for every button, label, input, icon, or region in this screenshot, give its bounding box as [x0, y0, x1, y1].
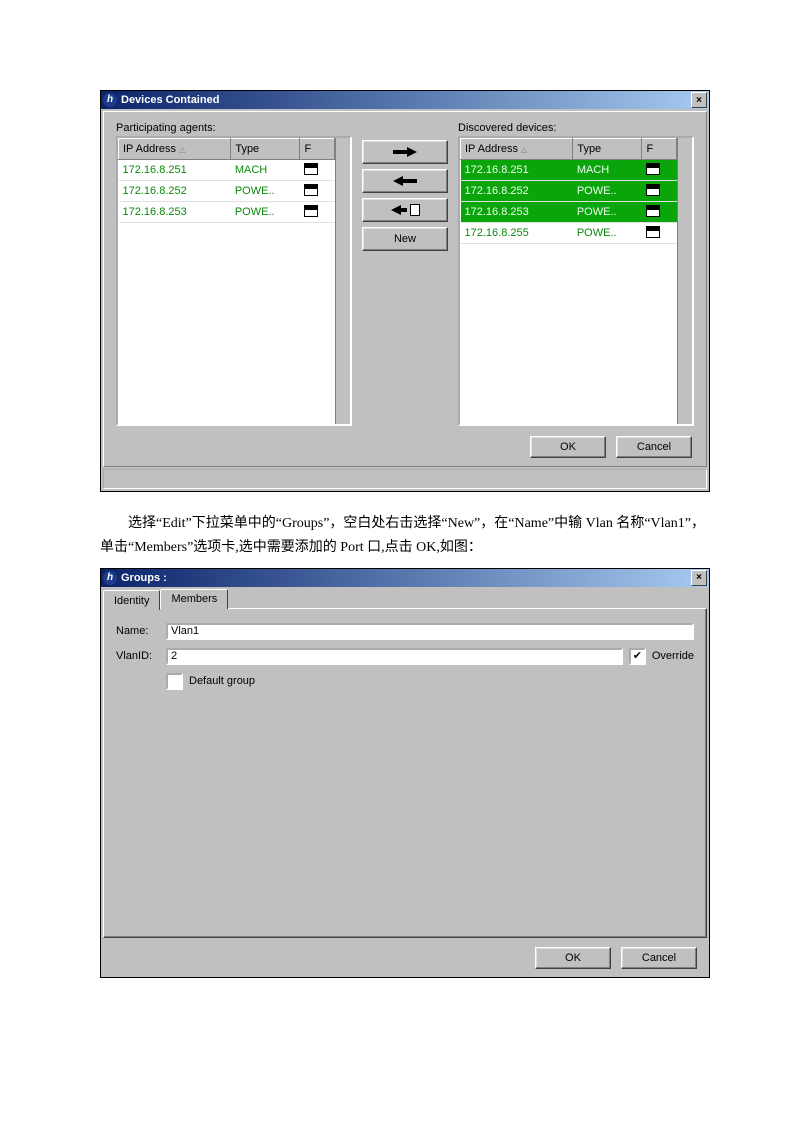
dialog-title: Devices Contained	[121, 94, 691, 106]
dialog-titlebar: h Groups : ×	[101, 569, 709, 587]
device-icon	[646, 226, 660, 238]
override-checkbox[interactable]: ✔	[629, 648, 646, 665]
name-field[interactable]	[166, 623, 694, 640]
dialog-button-row: OK Cancel	[116, 426, 694, 462]
participating-panel: Participating agents: IP Address △ Type …	[116, 122, 352, 426]
device-icon	[304, 205, 318, 217]
transfer-buttons: New	[362, 122, 448, 251]
dialog-titlebar: h Devices Contained ×	[101, 91, 709, 109]
app-icon: h	[103, 93, 117, 107]
arrow-left-icon	[393, 176, 417, 186]
tab-members[interactable]: Members	[160, 589, 228, 609]
table-header-row: IP Address △ Type F	[461, 139, 677, 160]
ok-button[interactable]: OK	[530, 436, 606, 458]
participating-table[interactable]: IP Address △ Type F 172.16.8.251MACH172.…	[116, 136, 352, 426]
move-right-button[interactable]	[362, 140, 448, 164]
arrow-right-icon	[393, 147, 417, 157]
participating-label: Participating agents:	[116, 122, 352, 134]
groups-dialog: h Groups : × Identity Members Name: Vlan…	[100, 568, 710, 978]
default-group-label: Default group	[189, 675, 255, 687]
close-icon[interactable]: ×	[691, 92, 707, 108]
cancel-button[interactable]: Cancel	[621, 947, 697, 969]
col-f[interactable]: F	[642, 139, 677, 160]
dialog-content: Participating agents: IP Address △ Type …	[103, 111, 707, 467]
discovered-table[interactable]: IP Address △ Type F 172.16.8.251MACH172.…	[458, 136, 694, 426]
table-header-row: IP Address △ Type F	[119, 139, 335, 160]
device-icon	[646, 184, 660, 196]
cancel-button[interactable]: Cancel	[616, 436, 692, 458]
vlanid-field[interactable]	[166, 648, 623, 665]
table-row[interactable]: 172.16.8.251MACH	[461, 160, 677, 181]
table-row[interactable]: 172.16.8.253POWE..	[119, 202, 335, 223]
app-icon: h	[103, 571, 117, 585]
discovered-panel: Discovered devices: IP Address △ Type F	[458, 122, 694, 426]
col-ip[interactable]: IP Address △	[119, 139, 231, 160]
device-icon	[646, 163, 660, 175]
vlanid-label: VlanID:	[116, 650, 160, 662]
table-row[interactable]: 172.16.8.252POWE..	[119, 181, 335, 202]
arrow-left-copy-icon	[391, 204, 420, 216]
move-left-copy-button[interactable]	[362, 198, 448, 222]
col-ip[interactable]: IP Address △	[461, 139, 573, 160]
tab-page-identity: Name: VlanID: ✔ Override Default group	[103, 608, 707, 938]
col-f[interactable]: F	[300, 139, 335, 160]
device-icon	[304, 163, 318, 175]
tab-strip: Identity Members	[103, 589, 707, 609]
col-type[interactable]: Type	[231, 139, 300, 160]
device-icon	[646, 205, 660, 217]
instruction-paragraph: 选择“Edit”下拉菜单中的“Groups”，空白处右击选择“New”，在“Na…	[100, 512, 710, 560]
devices-contained-dialog: h Devices Contained × Participating agen…	[100, 90, 710, 492]
table-row[interactable]: 172.16.8.253POWE..	[461, 202, 677, 223]
table-row[interactable]: 172.16.8.252POWE..	[461, 181, 677, 202]
close-icon[interactable]: ×	[691, 570, 707, 586]
tab-identity[interactable]: Identity	[103, 590, 160, 610]
status-bar	[103, 469, 707, 489]
discovered-label: Discovered devices:	[458, 122, 694, 134]
move-left-button[interactable]	[362, 169, 448, 193]
table-row[interactable]: 172.16.8.255POWE..	[461, 223, 677, 244]
new-button[interactable]: New	[362, 227, 448, 251]
default-group-checkbox[interactable]	[166, 673, 183, 690]
override-label: Override	[652, 650, 694, 662]
ok-button[interactable]: OK	[535, 947, 611, 969]
table-row[interactable]: 172.16.8.251MACH	[119, 160, 335, 181]
dialog-button-row: OK Cancel	[103, 939, 707, 975]
scrollbar[interactable]	[677, 138, 692, 424]
scrollbar[interactable]	[335, 138, 350, 424]
device-icon	[304, 184, 318, 196]
name-label: Name:	[116, 625, 160, 637]
col-type[interactable]: Type	[573, 139, 642, 160]
dialog-title: Groups :	[121, 572, 691, 584]
